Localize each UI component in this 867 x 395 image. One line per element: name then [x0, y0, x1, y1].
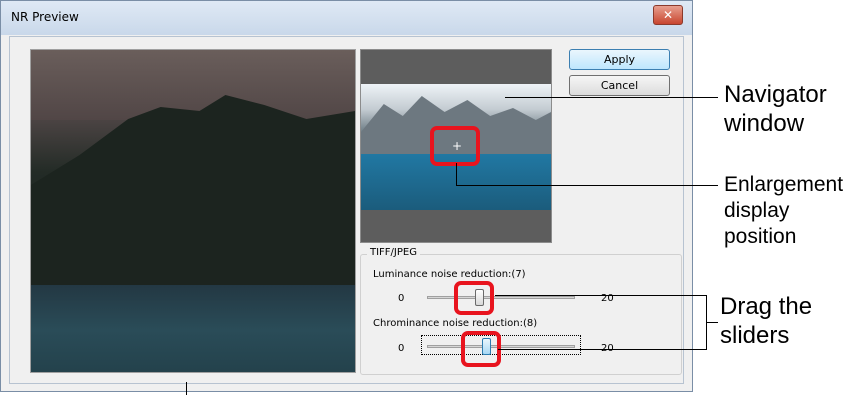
enlargement-leader-line	[456, 185, 718, 186]
luminance-label: Luminance noise reduction:(7)	[373, 269, 526, 280]
title-bar[interactable]: NR Preview ✕	[1, 1, 692, 35]
preview-leader-line	[186, 382, 187, 395]
callout-line: Drag the	[720, 293, 813, 320]
apply-button[interactable]: Apply	[569, 49, 670, 70]
chrominance-min-label: 0	[398, 343, 405, 354]
luminance-min-label: 0	[398, 293, 405, 304]
callout-line: display	[724, 199, 790, 222]
preview-sky	[31, 50, 355, 120]
navigator-leader-line	[505, 97, 718, 98]
sliders-leader-bottom	[498, 349, 707, 350]
window-title: NR Preview	[11, 10, 79, 24]
group-label: TIFF/JPEG	[367, 247, 420, 258]
luminance-slider-track[interactable]	[427, 296, 575, 299]
preview-water	[31, 285, 355, 372]
preview-trees	[31, 95, 355, 295]
close-icon: ✕	[662, 8, 674, 22]
callout-line: sliders	[720, 322, 790, 349]
sliders-leader-stub	[706, 322, 718, 323]
tiff-jpeg-group: TIFF/JPEG Luminance noise reduction:(7) …	[360, 247, 682, 375]
close-button[interactable]: ✕	[653, 5, 683, 25]
enlargement-position-highlight	[430, 126, 480, 166]
enlarged-preview-image	[30, 49, 356, 373]
enlargement-position-callout: Enlargement display position	[724, 172, 843, 250]
chrominance-slider-highlight	[461, 331, 501, 367]
drag-sliders-callout: Drag the sliders	[720, 292, 812, 350]
callout-line: Enlargement	[724, 173, 844, 196]
dialog-body: + Apply Cancel TIFF/JPEG Luminance noise…	[9, 36, 684, 384]
nr-preview-window: NR Preview ✕ + Apply Cancel TIFF/JPEG Lu…	[0, 0, 693, 392]
sliders-leader-top	[495, 295, 707, 296]
cancel-button[interactable]: Cancel	[569, 75, 670, 96]
chrominance-label: Chrominance noise reduction:(8)	[373, 318, 538, 329]
enlargement-leader-vertical	[456, 163, 457, 185]
callout-line: window	[724, 110, 805, 137]
luminance-slider-highlight	[454, 281, 494, 315]
chrominance-slider-track[interactable]	[427, 345, 575, 348]
callout-line: Navigator	[724, 81, 827, 108]
navigator-window-callout: Navigator window	[724, 80, 827, 138]
callout-line: position	[724, 225, 797, 248]
